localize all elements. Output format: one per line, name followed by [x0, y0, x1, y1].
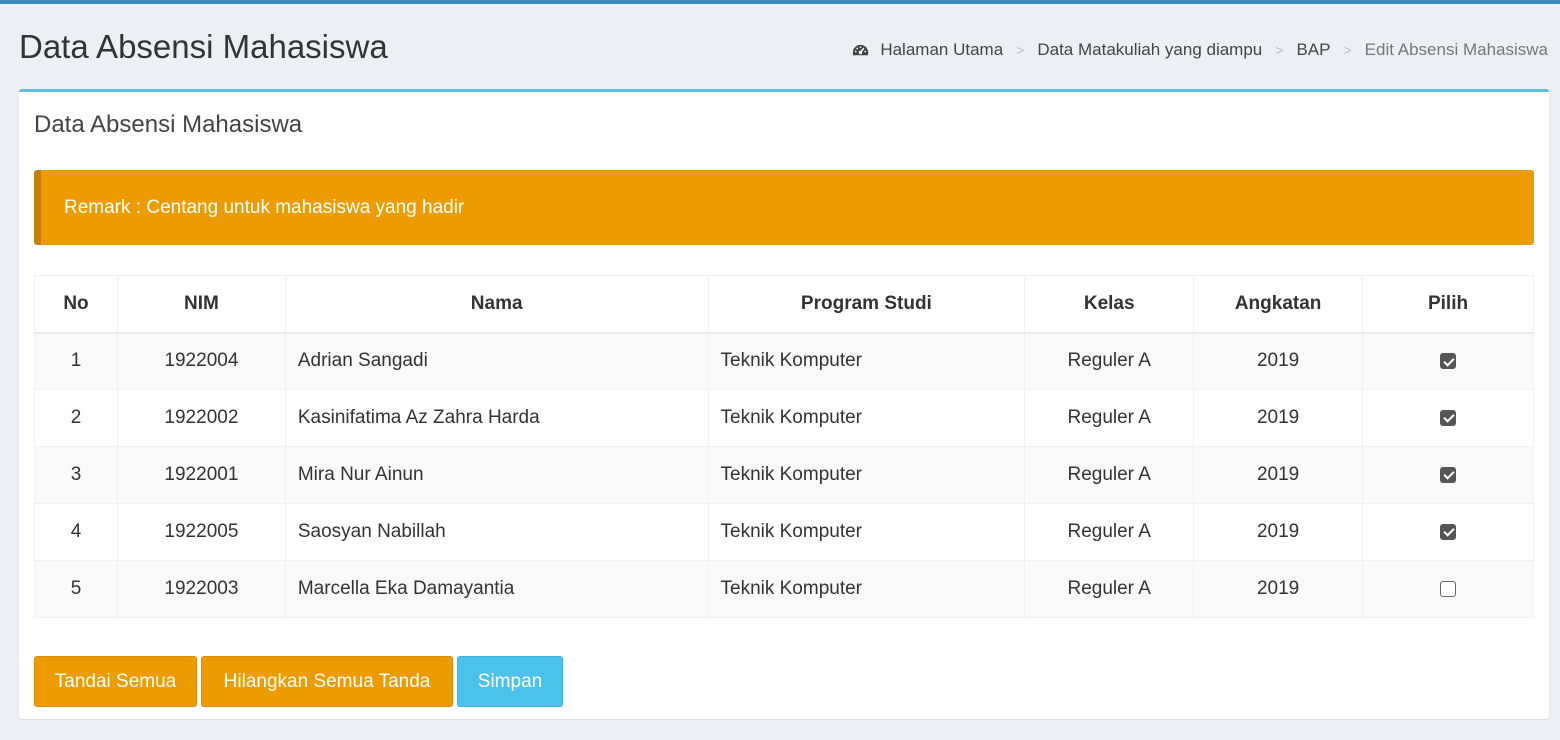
cell-angkatan: 2019 — [1193, 332, 1364, 390]
column-header-program-studi: Program Studi — [707, 275, 1026, 334]
cell-nim: 1922001 — [116, 446, 286, 504]
table-row: 1 1922004 Adrian Sangadi Teknik Komputer… — [34, 332, 1534, 390]
column-header-kelas: Kelas — [1024, 275, 1195, 334]
table-header-row: No NIM Nama Program Studi Kelas Angkatan… — [34, 275, 1534, 334]
remark-callout: Remark : Centang untuk mahasiswa yang ha… — [34, 170, 1534, 245]
dashboard-icon — [853, 44, 869, 55]
breadcrumb-separator: > — [1016, 42, 1025, 58]
breadcrumb-separator: > — [1343, 42, 1352, 58]
cell-pilih — [1362, 389, 1534, 447]
cell-angkatan: 2019 — [1193, 503, 1364, 561]
top-accent-bar — [0, 0, 1560, 4]
breadcrumb-bap[interactable]: BAP — [1296, 40, 1330, 60]
cell-no: 3 — [34, 446, 118, 504]
attendance-checkbox[interactable] — [1440, 580, 1457, 597]
cell-nim: 1922004 — [116, 332, 286, 390]
attendance-checkbox[interactable] — [1440, 466, 1457, 483]
cell-kelas: Reguler A — [1024, 389, 1195, 447]
cell-program-studi: Teknik Komputer — [707, 389, 1026, 447]
cell-nama: Kasinifatima Az Zahra Harda — [284, 389, 709, 447]
breadcrumb-halaman-utama[interactable]: Halaman Utama — [880, 40, 1003, 60]
mark-all-button[interactable]: Tandai Semua — [34, 656, 197, 707]
attendance-box: Data Absensi Mahasiswa Remark : Centang … — [19, 89, 1549, 719]
table-row: 3 1922001 Mira Nur Ainun Teknik Komputer… — [34, 446, 1534, 504]
attendance-checkbox[interactable] — [1440, 523, 1457, 540]
cell-program-studi: Teknik Komputer — [707, 332, 1026, 390]
table-row: 2 1922002 Kasinifatima Az Zahra Harda Te… — [34, 389, 1534, 447]
cell-no: 1 — [34, 332, 118, 390]
cell-nim: 1922003 — [116, 560, 286, 618]
cell-program-studi: Teknik Komputer — [707, 446, 1026, 504]
cell-nama: Marcella Eka Damayantia — [284, 560, 709, 618]
cell-program-studi: Teknik Komputer — [707, 560, 1026, 618]
breadcrumb: Halaman Utama > Data Matakuliah yang dia… — [851, 40, 1548, 60]
breadcrumb-data-matakuliah[interactable]: Data Matakuliah yang diampu — [1037, 40, 1262, 60]
cell-angkatan: 2019 — [1193, 389, 1364, 447]
breadcrumb-edit-absensi: Edit Absensi Mahasiswa — [1364, 40, 1548, 59]
cell-nama: Adrian Sangadi — [284, 332, 709, 390]
column-header-nim: NIM — [116, 275, 286, 334]
cell-angkatan: 2019 — [1193, 560, 1364, 618]
cell-nama: Saosyan Nabillah — [284, 503, 709, 561]
cell-pilih — [1362, 446, 1534, 504]
cell-pilih — [1362, 503, 1534, 561]
cell-kelas: Reguler A — [1024, 560, 1195, 618]
attendance-checkbox[interactable] — [1440, 409, 1457, 426]
cell-no: 5 — [34, 560, 118, 618]
cell-program-studi: Teknik Komputer — [707, 503, 1026, 561]
cell-kelas: Reguler A — [1024, 332, 1195, 390]
cell-pilih — [1362, 332, 1534, 390]
cell-angkatan: 2019 — [1193, 446, 1364, 504]
attendance-table: No NIM Nama Program Studi Kelas Angkatan… — [34, 275, 1534, 618]
cell-kelas: Reguler A — [1024, 503, 1195, 561]
cell-nim: 1922002 — [116, 389, 286, 447]
table-row: 5 1922003 Marcella Eka Damayantia Teknik… — [34, 560, 1534, 618]
breadcrumb-separator: > — [1275, 42, 1284, 58]
column-header-angkatan: Angkatan — [1193, 275, 1364, 334]
page-title: Data Absensi Mahasiswa — [19, 28, 388, 65]
attendance-checkbox[interactable] — [1440, 353, 1457, 370]
save-button[interactable]: Simpan — [457, 656, 563, 707]
cell-kelas: Reguler A — [1024, 446, 1195, 504]
cell-nama: Mira Nur Ainun — [284, 446, 709, 504]
cell-nim: 1922005 — [116, 503, 286, 561]
column-header-no: No — [34, 275, 118, 334]
column-header-nama: Nama — [284, 275, 709, 334]
box-title: Data Absensi Mahasiswa — [34, 111, 303, 138]
unmark-all-button[interactable]: Hilangkan Semua Tanda — [201, 656, 453, 707]
column-header-pilih: Pilih — [1362, 275, 1534, 334]
table-row: 4 1922005 Saosyan Nabillah Teknik Komput… — [34, 503, 1534, 561]
cell-pilih — [1362, 560, 1534, 618]
cell-no: 2 — [34, 389, 118, 447]
cell-no: 4 — [34, 503, 118, 561]
